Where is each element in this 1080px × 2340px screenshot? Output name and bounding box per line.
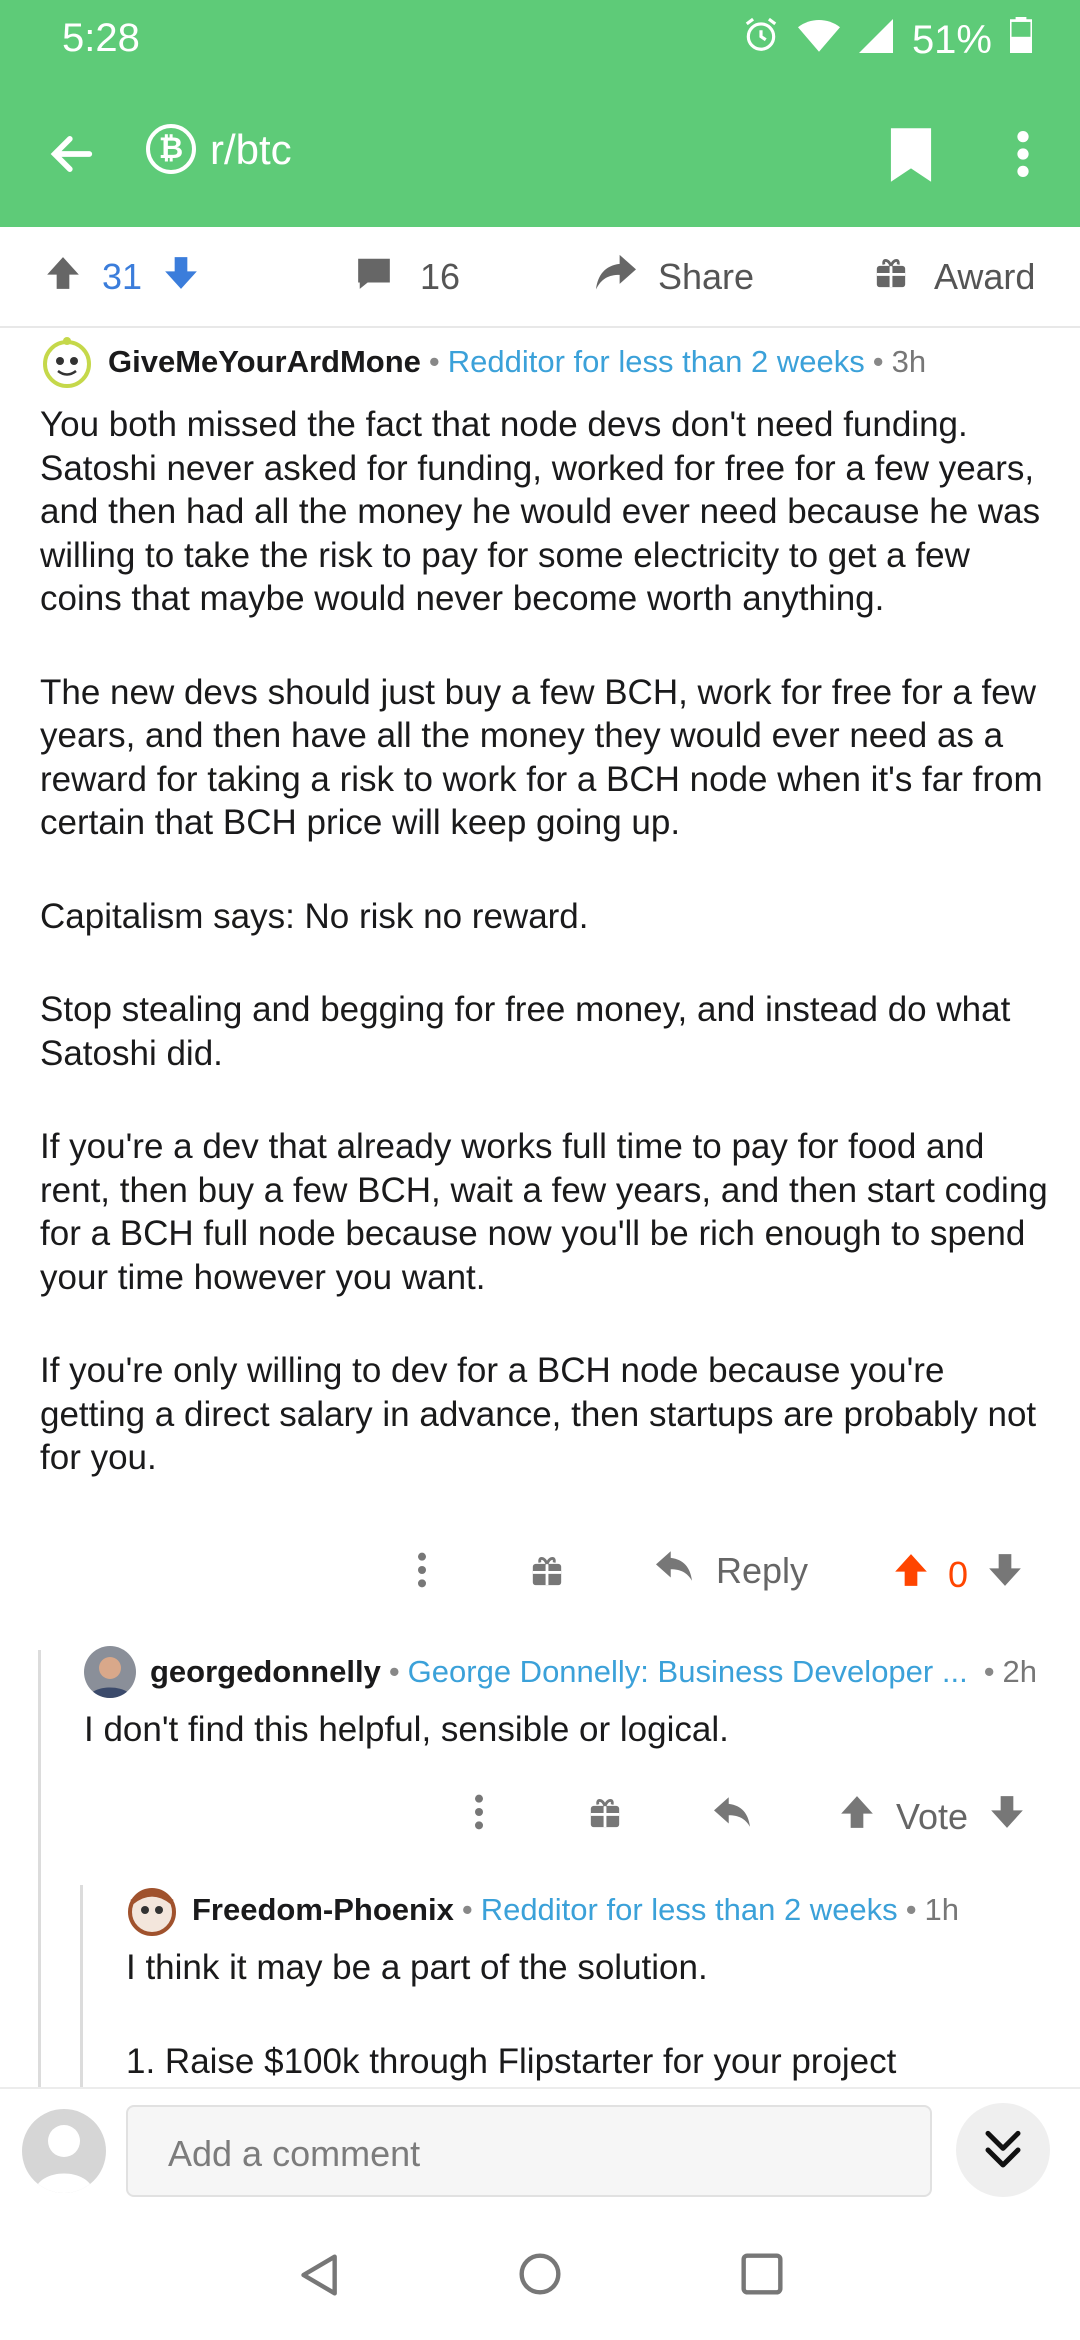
back-arrow-icon[interactable] <box>46 128 98 185</box>
signal-icon <box>858 18 894 63</box>
app-header: 5:28 51% ₿ r/btc <box>0 0 1080 227</box>
separator: • <box>388 1654 400 1689</box>
comment-paragraph: The new devs should just buy a few BCH, … <box>40 672 1043 843</box>
award-button[interactable]: Award <box>874 228 1035 326</box>
bookmark-icon[interactable] <box>888 126 934 189</box>
comment: georgedonnelly • George Donnelly: Busine… <box>84 1646 1054 1752</box>
share-button[interactable]: Share <box>594 228 754 326</box>
upvote-icon[interactable] <box>838 1792 876 1841</box>
comment-timestamp: 2h <box>1002 1654 1038 1689</box>
subreddit-name[interactable]: r/btc <box>210 126 292 174</box>
comment-meta: Freedom-Phoenix • Redditor for less than… <box>126 1884 1056 1936</box>
reply-button[interactable]: Reply <box>654 1548 808 1593</box>
double-chevron-down-icon <box>983 2127 1023 2178</box>
reply-label: Reply <box>716 1549 809 1591</box>
comment: Freedom-Phoenix • Redditor for less than… <box>126 1884 1056 2083</box>
downvote-icon[interactable] <box>988 1792 1026 1841</box>
reply-icon[interactable] <box>712 1794 752 1830</box>
comment-paragraph: If you're only willing to dev for a BCH … <box>40 1351 1037 1477</box>
status-icons: 51% <box>742 16 1034 64</box>
battery-level: 51% <box>911 17 992 62</box>
comment-paragraph: Capitalism says: No risk no reward. <box>40 896 589 936</box>
share-icon <box>594 253 638 302</box>
gift-icon[interactable] <box>530 1554 564 1588</box>
comment-paragraph: I don't find this helpful, sensible or l… <box>84 1710 729 1749</box>
avatar[interactable] <box>22 2109 106 2193</box>
comment-meta: GiveMeYourArdMone • Redditor for less th… <box>40 335 1050 389</box>
avatar[interactable] <box>126 1884 178 1936</box>
comments-count-button[interactable]: 16 <box>354 228 460 326</box>
comment: GiveMeYourArdMone • Redditor for less th… <box>40 335 1050 1530</box>
more-options-icon[interactable] <box>415 1550 429 1590</box>
comment-timestamp: 3h <box>891 344 927 379</box>
avatar[interactable] <box>84 1646 136 1698</box>
battery-icon <box>1008 17 1034 63</box>
avatar[interactable] <box>40 335 94 389</box>
downvote-icon[interactable] <box>986 1550 1024 1599</box>
alarm-icon <box>742 16 780 64</box>
more-options-icon[interactable] <box>472 1792 486 1832</box>
comment-vote: Vote <box>838 1792 1026 1841</box>
add-comment-input[interactable]: Add a comment <box>126 2105 932 2197</box>
comment-body: I don't find this helpful, sensible or l… <box>84 1708 1054 1752</box>
comment-timestamp: 1h <box>924 1892 960 1927</box>
thread-line <box>80 1885 83 2087</box>
downvote-icon[interactable] <box>162 253 200 302</box>
post-vote: 31 <box>44 228 200 326</box>
subreddit-icon[interactable]: ₿ <box>146 124 196 174</box>
toolbar: ₿ r/btc <box>0 100 1080 210</box>
separator: • <box>983 1654 995 1689</box>
vote-label: Vote <box>896 1795 969 1837</box>
post-score: 31 <box>102 256 143 297</box>
separator: • <box>905 1892 917 1927</box>
upvote-icon[interactable] <box>892 1550 930 1599</box>
jump-to-next-button[interactable] <box>956 2103 1050 2197</box>
comment-author[interactable]: Freedom-Phoenix <box>192 1892 454 1928</box>
comment-paragraph: If you're a dev that already works full … <box>40 1127 1048 1297</box>
upvote-icon[interactable] <box>44 253 82 302</box>
more-options-icon[interactable] <box>1012 128 1034 185</box>
comment-paragraph: I think it may be a part of the solution… <box>126 1948 708 1987</box>
separator: • <box>461 1892 473 1927</box>
user-flair: George Donnelly: Business Developer ... <box>407 1654 968 1689</box>
thread-line <box>38 1650 41 2087</box>
separator: • <box>872 344 884 379</box>
nav-home-icon[interactable] <box>518 2252 562 2301</box>
comment-body: You both missed the fact that node devs … <box>40 403 1050 1480</box>
gift-icon <box>874 256 908 299</box>
status-bar: 5:28 51% <box>0 0 1080 80</box>
comment-paragraph: Stop stealing and begging for free money… <box>40 990 1011 1073</box>
gift-icon[interactable] <box>588 1796 622 1830</box>
separator: • <box>428 344 440 379</box>
share-label: Share <box>658 256 755 297</box>
comment-author[interactable]: GiveMeYourArdMone <box>108 344 421 380</box>
comment-paragraph: You both missed the fact that node devs … <box>40 405 1041 618</box>
comment-composer: Add a comment <box>0 2087 1080 2210</box>
comment-icon <box>354 254 394 301</box>
comment-vote: 0 <box>892 1550 1024 1599</box>
comments-count: 16 <box>420 256 461 297</box>
post-action-bar: 31 16 Share Award <box>0 228 1080 328</box>
user-flair: Redditor for less than 2 weeks <box>447 344 865 379</box>
comment-author[interactable]: georgedonnelly <box>150 1654 381 1690</box>
user-flair: Redditor for less than 2 weeks <box>480 1892 898 1927</box>
comment-meta: georgedonnelly • George Donnelly: Busine… <box>84 1646 1054 1698</box>
reply-icon <box>654 1548 694 1593</box>
award-label: Award <box>934 256 1036 297</box>
nav-recents-icon[interactable] <box>740 2252 784 2301</box>
status-time: 5:28 <box>62 16 140 60</box>
comment-score: 0 <box>948 1553 969 1595</box>
system-nav-bar <box>0 2208 1080 2340</box>
comment-paragraph: 1. Raise $100k through Flipstarter for y… <box>126 2041 897 2081</box>
comment-body: I think it may be a part of the solution… <box>126 1946 1056 2083</box>
wifi-icon <box>797 18 840 63</box>
nav-back-icon[interactable] <box>298 2252 342 2303</box>
